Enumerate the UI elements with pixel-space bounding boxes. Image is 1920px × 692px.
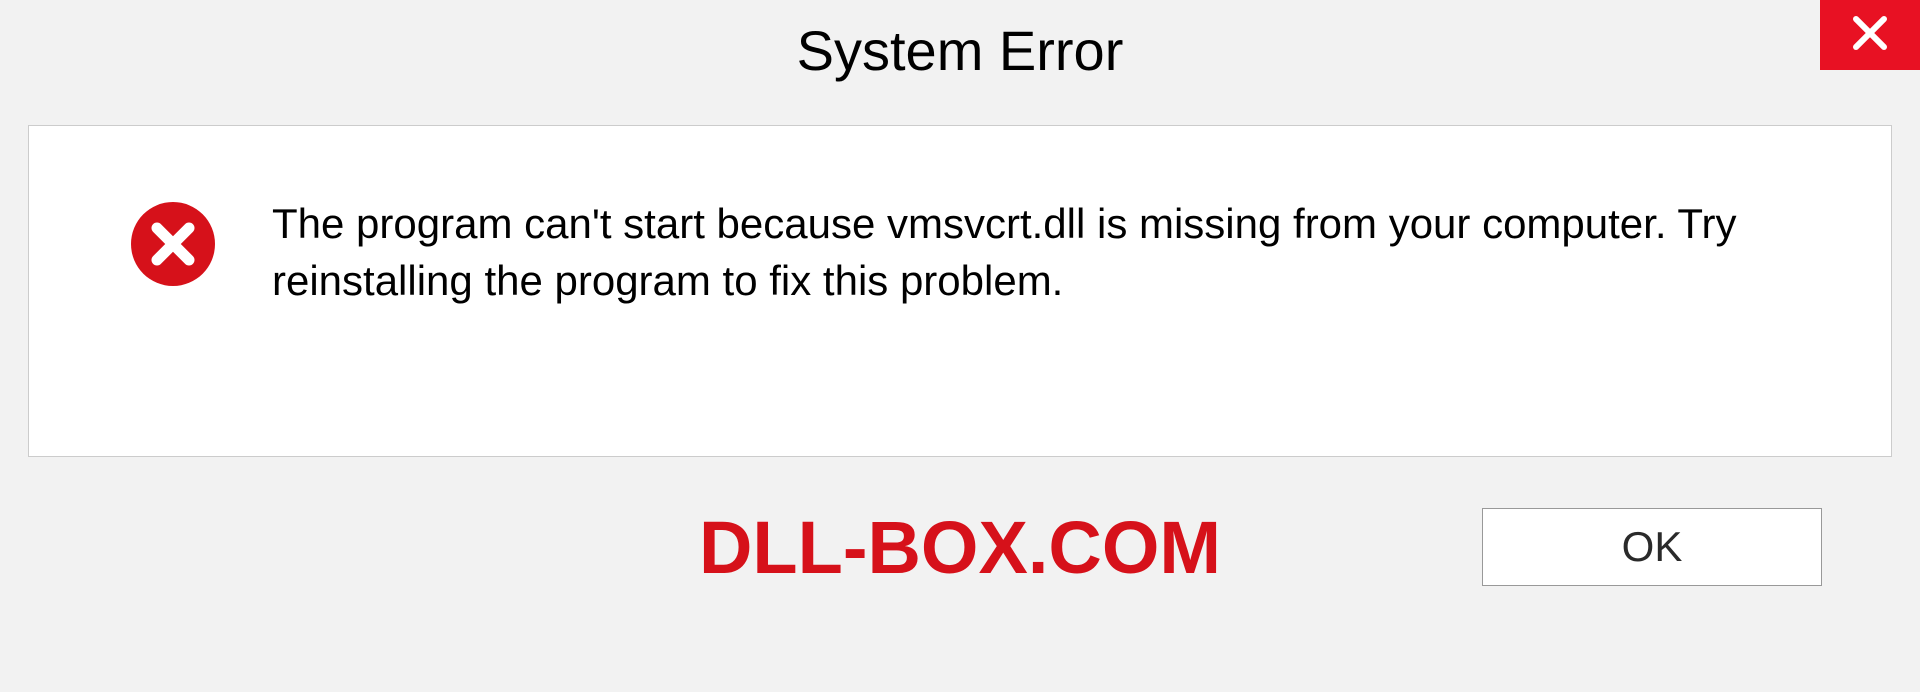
error-icon: [129, 200, 217, 288]
close-icon: [1850, 13, 1890, 58]
content-panel: The program can't start because vmsvcrt.…: [28, 125, 1892, 457]
error-message: The program can't start because vmsvcrt.…: [272, 196, 1831, 309]
watermark-text: DLL-BOX.COM: [699, 505, 1221, 590]
dialog-title: System Error: [797, 18, 1124, 83]
title-bar: System Error: [0, 0, 1920, 100]
close-button[interactable]: [1820, 0, 1920, 70]
footer-bar: DLL-BOX.COM OK: [28, 457, 1892, 637]
ok-button[interactable]: OK: [1482, 508, 1822, 586]
